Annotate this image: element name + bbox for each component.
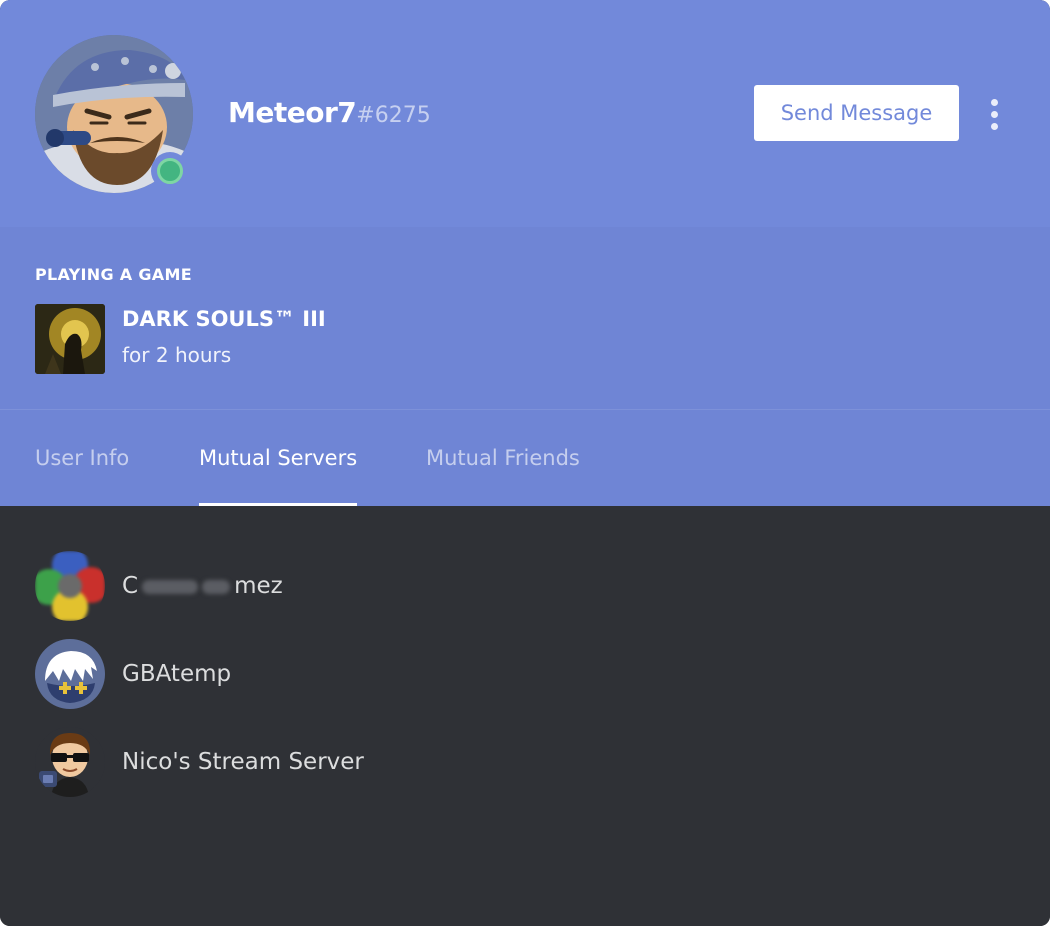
more-options-icon[interactable] [980,95,1008,133]
server-icon [35,639,105,709]
server-name-end: mez [234,573,283,599]
server-icon [35,551,105,621]
activity-label: PLAYING A GAME [35,265,192,284]
tab-mutual-servers[interactable]: Mutual Servers [199,410,358,506]
game-icon [35,304,105,374]
tab-mutual-friends[interactable]: Mutual Friends [426,410,580,506]
server-item[interactable]: GBAtemp [0,634,1050,714]
server-name: Cmez [122,573,283,599]
server-name: Nico's Stream Server [122,749,364,775]
user-profile-modal: Meteor7 #6275 Send Message PLAYING A GAM… [0,0,1050,926]
game-name: DARK SOULS™ III [122,307,326,331]
tab-user-info[interactable]: User Info [35,410,129,506]
username: Meteor7 [228,96,357,129]
username-display[interactable]: Meteor7 #6275 [228,96,431,136]
server-icon [35,727,105,797]
profile-header: Meteor7 #6275 Send Message [0,0,1050,227]
discriminator: #6275 [356,103,431,128]
game-duration: for 2 hours [122,343,232,367]
online-status-indicator [151,152,189,190]
server-name-start: C [122,573,139,599]
profile-tabs: User Info Mutual Servers Mutual Friends [0,410,1050,506]
server-name: GBAtemp [122,661,232,687]
redacted-text [202,579,231,594]
server-item[interactable]: Cmez [0,546,1050,626]
activity-section: PLAYING A GAME DARK SOULS™ III for 2 hou… [0,227,1050,410]
mutual-servers-list: Cmez GBAtemp Nico's Stream Server [0,506,1050,926]
server-item[interactable]: Nico's Stream Server [0,722,1050,802]
redacted-text [142,579,199,594]
send-message-button[interactable]: Send Message [754,85,959,141]
